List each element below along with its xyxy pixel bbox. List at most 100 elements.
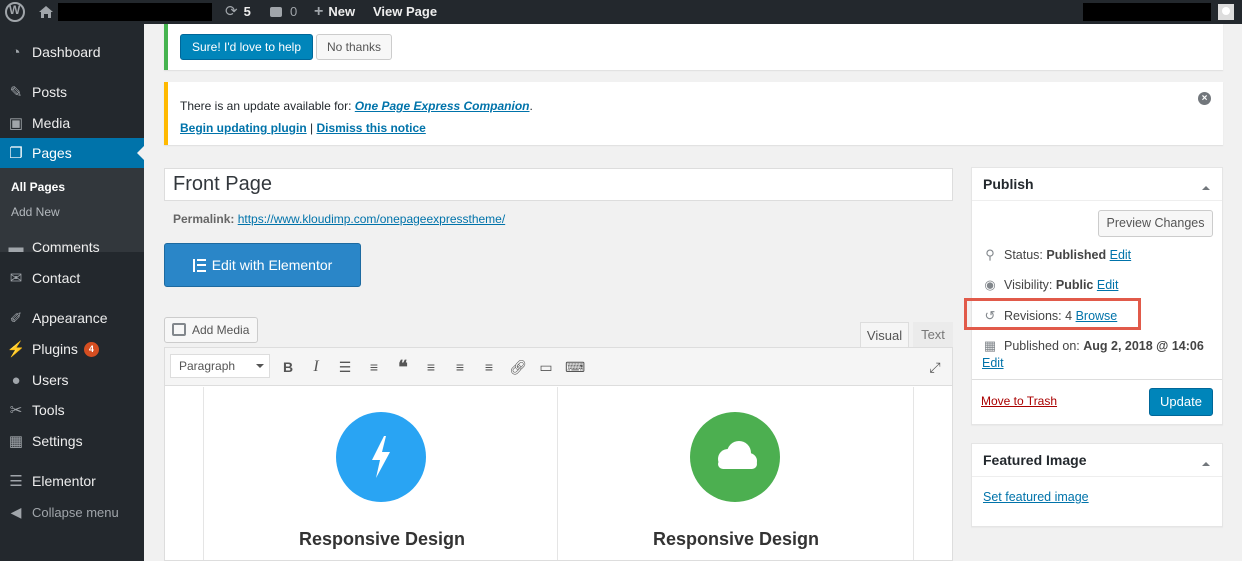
sidebar-item-label: Pages [32, 145, 72, 161]
set-featured-image-link[interactable]: Set featured image [983, 490, 1089, 504]
featured-image-header[interactable]: Featured Image [972, 444, 1222, 477]
sure-help-button[interactable]: Sure! I'd love to help [180, 34, 313, 60]
refresh-icon: ⟳ [225, 3, 238, 20]
bullet-list-icon[interactable]: ☰ [335, 357, 355, 377]
plug-icon: ⚡ [6, 341, 26, 358]
sidebar-item-appearance[interactable]: ✐ Appearance [0, 303, 144, 333]
dashboard-icon: ◔ [11, 43, 21, 61]
format-select[interactable]: Paragraph [170, 354, 270, 378]
sidebar-item-users[interactable]: ● Users [0, 365, 144, 395]
new-label: New [328, 4, 356, 19]
sidebar-item-contact[interactable]: ✉ Contact [0, 263, 144, 293]
new-content-link[interactable]: + New [314, 0, 355, 24]
featured-image-title: Featured Image [983, 452, 1087, 468]
sidebar-item-label: Contact [32, 270, 81, 286]
comment-icon: ▬ [8, 238, 24, 256]
sidebar-item-label: Plugins [32, 341, 78, 357]
fullscreen-icon[interactable]: ⤢ [925, 357, 945, 377]
sidebar-item-label: Comments [32, 239, 100, 255]
submenu-add-new[interactable]: Add New [11, 205, 60, 219]
add-media-button[interactable]: Add Media [164, 317, 258, 343]
calendar-icon: ▦ [983, 338, 997, 353]
tab-text[interactable]: Text [913, 322, 953, 348]
publish-header[interactable]: Publish [972, 168, 1222, 201]
toggle-up-icon[interactable] [1202, 182, 1210, 190]
admin-bar: ⟳ 5 0 + New View Page [0, 0, 1242, 24]
publish-box: Publish Preview Changes ⚲ Status: Publis… [971, 167, 1223, 425]
visibility-text: Visibility: Public Edit [1004, 278, 1118, 292]
update-button[interactable]: Update [1149, 388, 1213, 416]
comments-link[interactable]: 0 [270, 0, 297, 24]
user-icon: ● [11, 371, 21, 389]
column-divider [913, 387, 914, 560]
status-edit-link[interactable]: Edit [1110, 248, 1132, 262]
align-center-icon[interactable]: ≡ [450, 357, 470, 377]
toolbar-toggle-icon[interactable]: ⌨ [565, 357, 585, 377]
sidebar-item-label: Users [32, 372, 69, 388]
published-edit-row: Edit [982, 356, 1004, 370]
update-notice-text: There is an update available for: One Pa… [180, 99, 533, 113]
editor-content[interactable]: Responsive Design Responsive Design [165, 387, 952, 560]
collapse-menu-button[interactable]: ◀ Collapse menu [0, 497, 144, 527]
italic-icon[interactable]: I [306, 357, 326, 377]
sidebar-item-comments[interactable]: ▬ Comments [0, 232, 144, 262]
pin-icon: ⚲ [985, 247, 995, 262]
updates-link[interactable]: ⟳ 5 [225, 0, 251, 24]
pages-icon: ❐ [9, 145, 23, 162]
sidebar-item-media[interactable]: ▣ Media [0, 108, 144, 138]
align-left-icon[interactable]: ≡ [421, 357, 441, 377]
plugin-name-link[interactable]: One Page Express Companion [355, 99, 530, 113]
feature-circle-1 [336, 412, 426, 502]
move-to-trash-link[interactable]: Move to Trash [981, 394, 1057, 408]
close-icon[interactable]: × [1198, 92, 1211, 105]
dismiss-notice-link[interactable]: Dismiss this notice [316, 121, 425, 135]
home-icon[interactable] [38, 0, 54, 24]
tab-visual[interactable]: Visual [860, 322, 909, 348]
content-editor: Paragraph B I ☰ ≡ ❝ ≡ ≡ ≡ 🔗︎ ▭ ⌨ ⤢ Respo… [164, 347, 953, 561]
sidebar-item-posts[interactable]: ✎ Posts [0, 77, 144, 107]
site-name-redacted[interactable] [58, 3, 212, 21]
sidebar-item-label: Dashboard [32, 44, 101, 60]
sidebar-item-elementor[interactable]: ☰ Elementor [0, 466, 144, 496]
wordpress-logo-icon[interactable] [5, 2, 25, 22]
media-icon: ▣ [8, 115, 24, 132]
wrench-icon: ✂ [9, 402, 23, 419]
sidebar-item-pages[interactable]: ❐ Pages [0, 138, 144, 168]
sidebar-item-settings[interactable]: ▦ Settings [0, 426, 144, 456]
elementor-icon: ☰ [9, 473, 23, 490]
preview-changes-button[interactable]: Preview Changes [1098, 210, 1213, 237]
avatar[interactable] [1218, 4, 1234, 20]
submenu-all-pages[interactable]: All Pages [11, 180, 65, 194]
bold-icon[interactable]: B [278, 357, 298, 377]
sidebar-item-tools[interactable]: ✂ Tools [0, 395, 144, 425]
sidebar-item-plugins[interactable]: ⚡ Plugins 4 [0, 334, 144, 364]
sidebar-item-label: Appearance [32, 310, 108, 326]
permalink-url[interactable]: https://www.kloudimp.com/onepageexpresst… [238, 212, 505, 226]
eye-icon: ◉ [984, 277, 996, 292]
user-name-redacted[interactable] [1083, 3, 1211, 21]
feature-circle-2 [690, 412, 780, 502]
comments-count: 0 [290, 4, 298, 19]
sidebar-item-dashboard[interactable]: ◔ Dashboard [0, 37, 144, 67]
edit-with-elementor-button[interactable]: Edit with Elementor [164, 243, 361, 287]
status-value: Published [1046, 248, 1107, 262]
sidebar-item-label: Collapse menu [32, 504, 119, 520]
featured-image-box: Featured Image Set featured image [971, 443, 1223, 527]
published-value: Aug 2, 2018 @ 14:06 [1083, 339, 1204, 353]
numbered-list-icon[interactable]: ≡ [364, 357, 384, 377]
mail-icon: ✉ [9, 270, 23, 287]
blockquote-icon[interactable]: ❝ [393, 357, 413, 377]
begin-updating-link[interactable]: Begin updating plugin [180, 121, 307, 135]
published-row: ▦ Published on: Aug 2, 2018 @ 14:06 [982, 338, 1204, 354]
link-icon[interactable]: 🔗︎ [508, 357, 528, 377]
toggle-up-icon[interactable] [1202, 458, 1210, 466]
published-edit-link[interactable]: Edit [982, 356, 1004, 370]
update-notice-period: . [529, 99, 533, 113]
post-title-input[interactable]: Front Page [164, 168, 953, 201]
read-more-icon[interactable]: ▭ [536, 357, 556, 377]
no-thanks-button[interactable]: No thanks [316, 34, 392, 60]
align-right-icon[interactable]: ≡ [479, 357, 499, 377]
column-divider [557, 387, 558, 560]
visibility-edit-link[interactable]: Edit [1097, 278, 1119, 292]
view-page-link[interactable]: View Page [373, 0, 437, 24]
